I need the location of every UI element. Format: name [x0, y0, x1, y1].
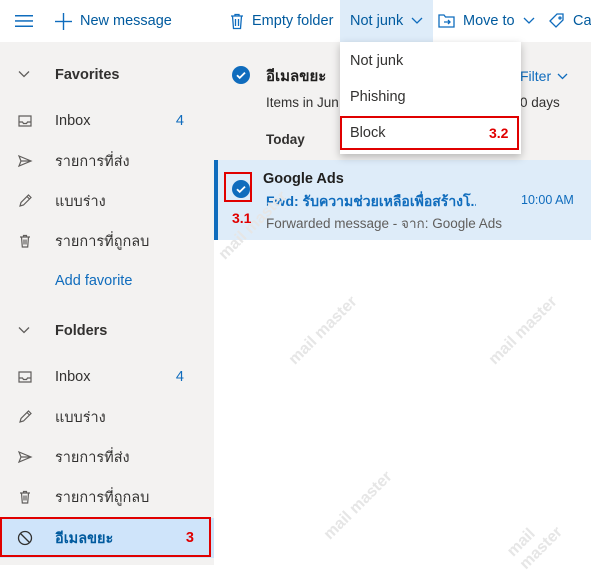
pencil-icon [17, 193, 33, 209]
inbox-icon [17, 113, 33, 129]
nav-item-label: รายการที่ส่ง [55, 449, 130, 466]
watermark-logo: mail master [285, 293, 361, 369]
folder-item-deleted[interactable]: รายการที่ถูกลบ [0, 477, 214, 517]
inbox-icon [17, 369, 33, 385]
menu-item-phishing[interactable]: Phishing [340, 79, 521, 115]
watermark-logo: mail master [485, 293, 561, 369]
tag-icon [549, 13, 565, 29]
message-subject: Fwd: รับความช่วยเหลือเพื่อสร้างโ... [266, 193, 476, 209]
move-folder-icon [438, 14, 455, 28]
not-junk-button[interactable]: Not junk [340, 0, 434, 42]
empty-folder-label: Empty folder [252, 13, 334, 29]
unread-count: 4 [175, 113, 184, 129]
watermark-logo: mail master [320, 468, 396, 544]
junk-info-text: Items in Jun [266, 95, 339, 110]
plus-icon [55, 12, 72, 30]
folders-label: Folders [55, 323, 108, 339]
folders-header[interactable]: Folders [0, 311, 214, 351]
folder-item-inbox[interactable]: Inbox 4 [0, 357, 214, 397]
new-message-button[interactable]: New message [55, 0, 172, 42]
nav-item-label: รายการที่ส่ง [55, 153, 130, 170]
favorites-item-sent[interactable]: รายการที่ส่ง [0, 141, 214, 181]
today-label: Today [266, 132, 305, 147]
add-favorite-label: Add favorite [55, 273, 133, 289]
nav-item-label: รายการที่ถูกลบ [55, 233, 150, 250]
folder-title: อีเมลขยะ [266, 68, 327, 85]
menu-item-not-junk[interactable]: Not junk [340, 43, 521, 79]
trash-icon [230, 13, 244, 30]
favorites-item-deleted[interactable]: รายการที่ถูกลบ [0, 221, 214, 261]
folder-pane: Favorites Inbox 4 รายการที่ส่ง แบบร่าง ร… [0, 42, 214, 565]
favorites-item-drafts[interactable]: แบบร่าง [0, 181, 214, 221]
chevron-down-icon [17, 323, 33, 339]
add-favorite-link[interactable]: Add favorite [0, 261, 214, 301]
chevron-down-icon [523, 17, 535, 25]
message-time: 10:00 AM [521, 193, 574, 207]
chevron-down-icon [411, 17, 423, 25]
nav-item-label: รายการที่ถูกลบ [55, 489, 150, 506]
nav-item-label: Inbox [55, 113, 91, 129]
trash-icon [17, 489, 33, 505]
annotation-box-3 [0, 517, 211, 557]
not-junk-label: Not junk [350, 13, 404, 29]
trash-icon [17, 233, 33, 249]
message-preview: Forwarded message - จาก: Google Ads [266, 216, 503, 231]
categorize-label: Ca [573, 13, 591, 29]
chevron-down-icon [17, 67, 33, 83]
filter-button[interactable]: Filter [520, 68, 568, 84]
filter-label: Filter [520, 68, 552, 84]
annotation-box-3-1 [224, 172, 252, 202]
chevron-down-icon [557, 73, 568, 80]
folder-item-sent[interactable]: รายการที่ส่ง [0, 437, 214, 477]
pencil-icon [17, 409, 33, 425]
favorites-label: Favorites [55, 67, 120, 83]
nav-item-label: Inbox [55, 369, 91, 385]
message-sender: Google Ads [263, 171, 344, 187]
send-icon [17, 153, 33, 169]
nav-item-label: แบบร่าง [55, 193, 106, 210]
nav-toggle-button[interactable] [15, 0, 33, 42]
move-to-label: Move to [463, 13, 515, 29]
select-all-checkbox[interactable] [232, 66, 250, 89]
check-circle-icon [232, 66, 250, 84]
annotation-box-3-2 [340, 116, 519, 150]
categorize-button[interactable]: Ca [549, 0, 591, 42]
junk-info-text-end: 0 days [520, 95, 560, 110]
move-to-button[interactable]: Move to [438, 0, 535, 42]
nav-item-label: แบบร่าง [55, 409, 106, 426]
not-junk-menu: Not junk Phishing Block 3.2 [340, 42, 521, 154]
folder-item-drafts[interactable]: แบบร่าง [0, 397, 214, 437]
favorites-item-inbox[interactable]: Inbox 4 [0, 101, 214, 141]
command-toolbar: New message Empty folder Not junk Move t… [0, 0, 591, 42]
empty-folder-button[interactable]: Empty folder [230, 0, 333, 42]
hamburger-icon [15, 15, 33, 27]
send-icon [17, 449, 33, 465]
favorites-header[interactable]: Favorites [0, 55, 214, 95]
watermark-logo: mail master [504, 523, 566, 573]
new-message-label: New message [80, 13, 172, 29]
unread-count: 4 [175, 369, 184, 385]
